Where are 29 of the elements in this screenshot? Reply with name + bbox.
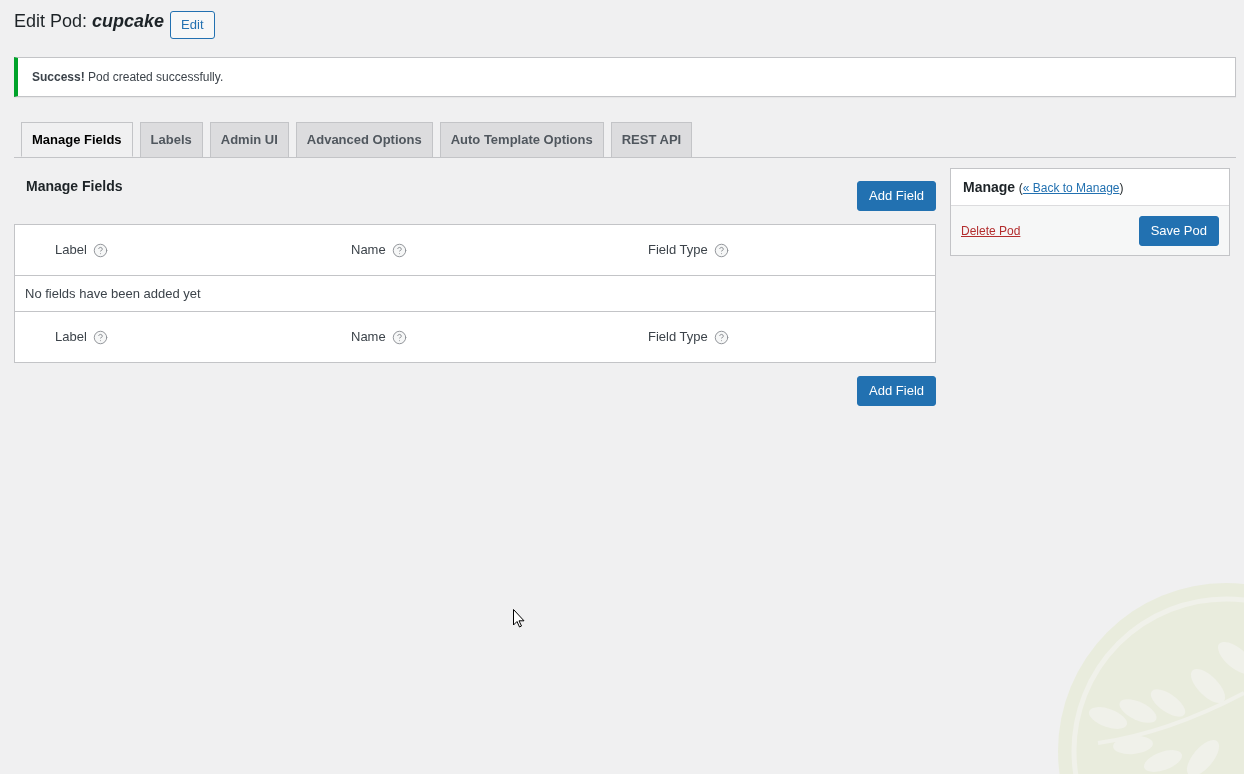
tab[interactable]: Admin UI [209, 122, 289, 157]
help-icon[interactable] [92, 329, 108, 345]
column-header: Field Type [648, 328, 708, 347]
help-icon[interactable] [713, 242, 729, 258]
help-icon[interactable] [391, 242, 407, 258]
tab[interactable]: Auto Template Options [439, 122, 604, 157]
tab[interactable]: REST API [610, 122, 693, 157]
notice-message: Success! Pod created successfully. [32, 69, 224, 86]
mouse-cursor-icon [513, 609, 525, 628]
tab[interactable]: Labels [139, 122, 203, 157]
edit-button[interactable]: Edit [170, 11, 215, 39]
help-icon[interactable] [92, 242, 108, 258]
column-header: Label [55, 328, 87, 347]
help-icon[interactable] [391, 329, 407, 345]
add-field-button[interactable]: Add Field [857, 181, 936, 211]
add-field-button[interactable]: Add Field [857, 376, 936, 406]
tab[interactable]: Advanced Options [295, 122, 433, 157]
tab[interactable]: Manage Fields [21, 122, 133, 157]
column-header: Name [351, 328, 386, 347]
panel-title: Manage (« Back to Manage) [963, 177, 1124, 197]
column-header: Field Type [648, 241, 708, 260]
empty-table-message: No fields have been added yet [25, 284, 201, 303]
section-heading: Manage Fields [25, 177, 123, 196]
column-header: Label [55, 241, 87, 260]
column-header: Name [351, 241, 386, 260]
page-title: Edit Pod: cupcake [14, 10, 165, 33]
help-icon[interactable] [713, 329, 729, 345]
save-pod-button[interactable]: Save Pod [1138, 215, 1219, 246]
delete-pod-link[interactable]: Delete Pod [961, 221, 1021, 240]
